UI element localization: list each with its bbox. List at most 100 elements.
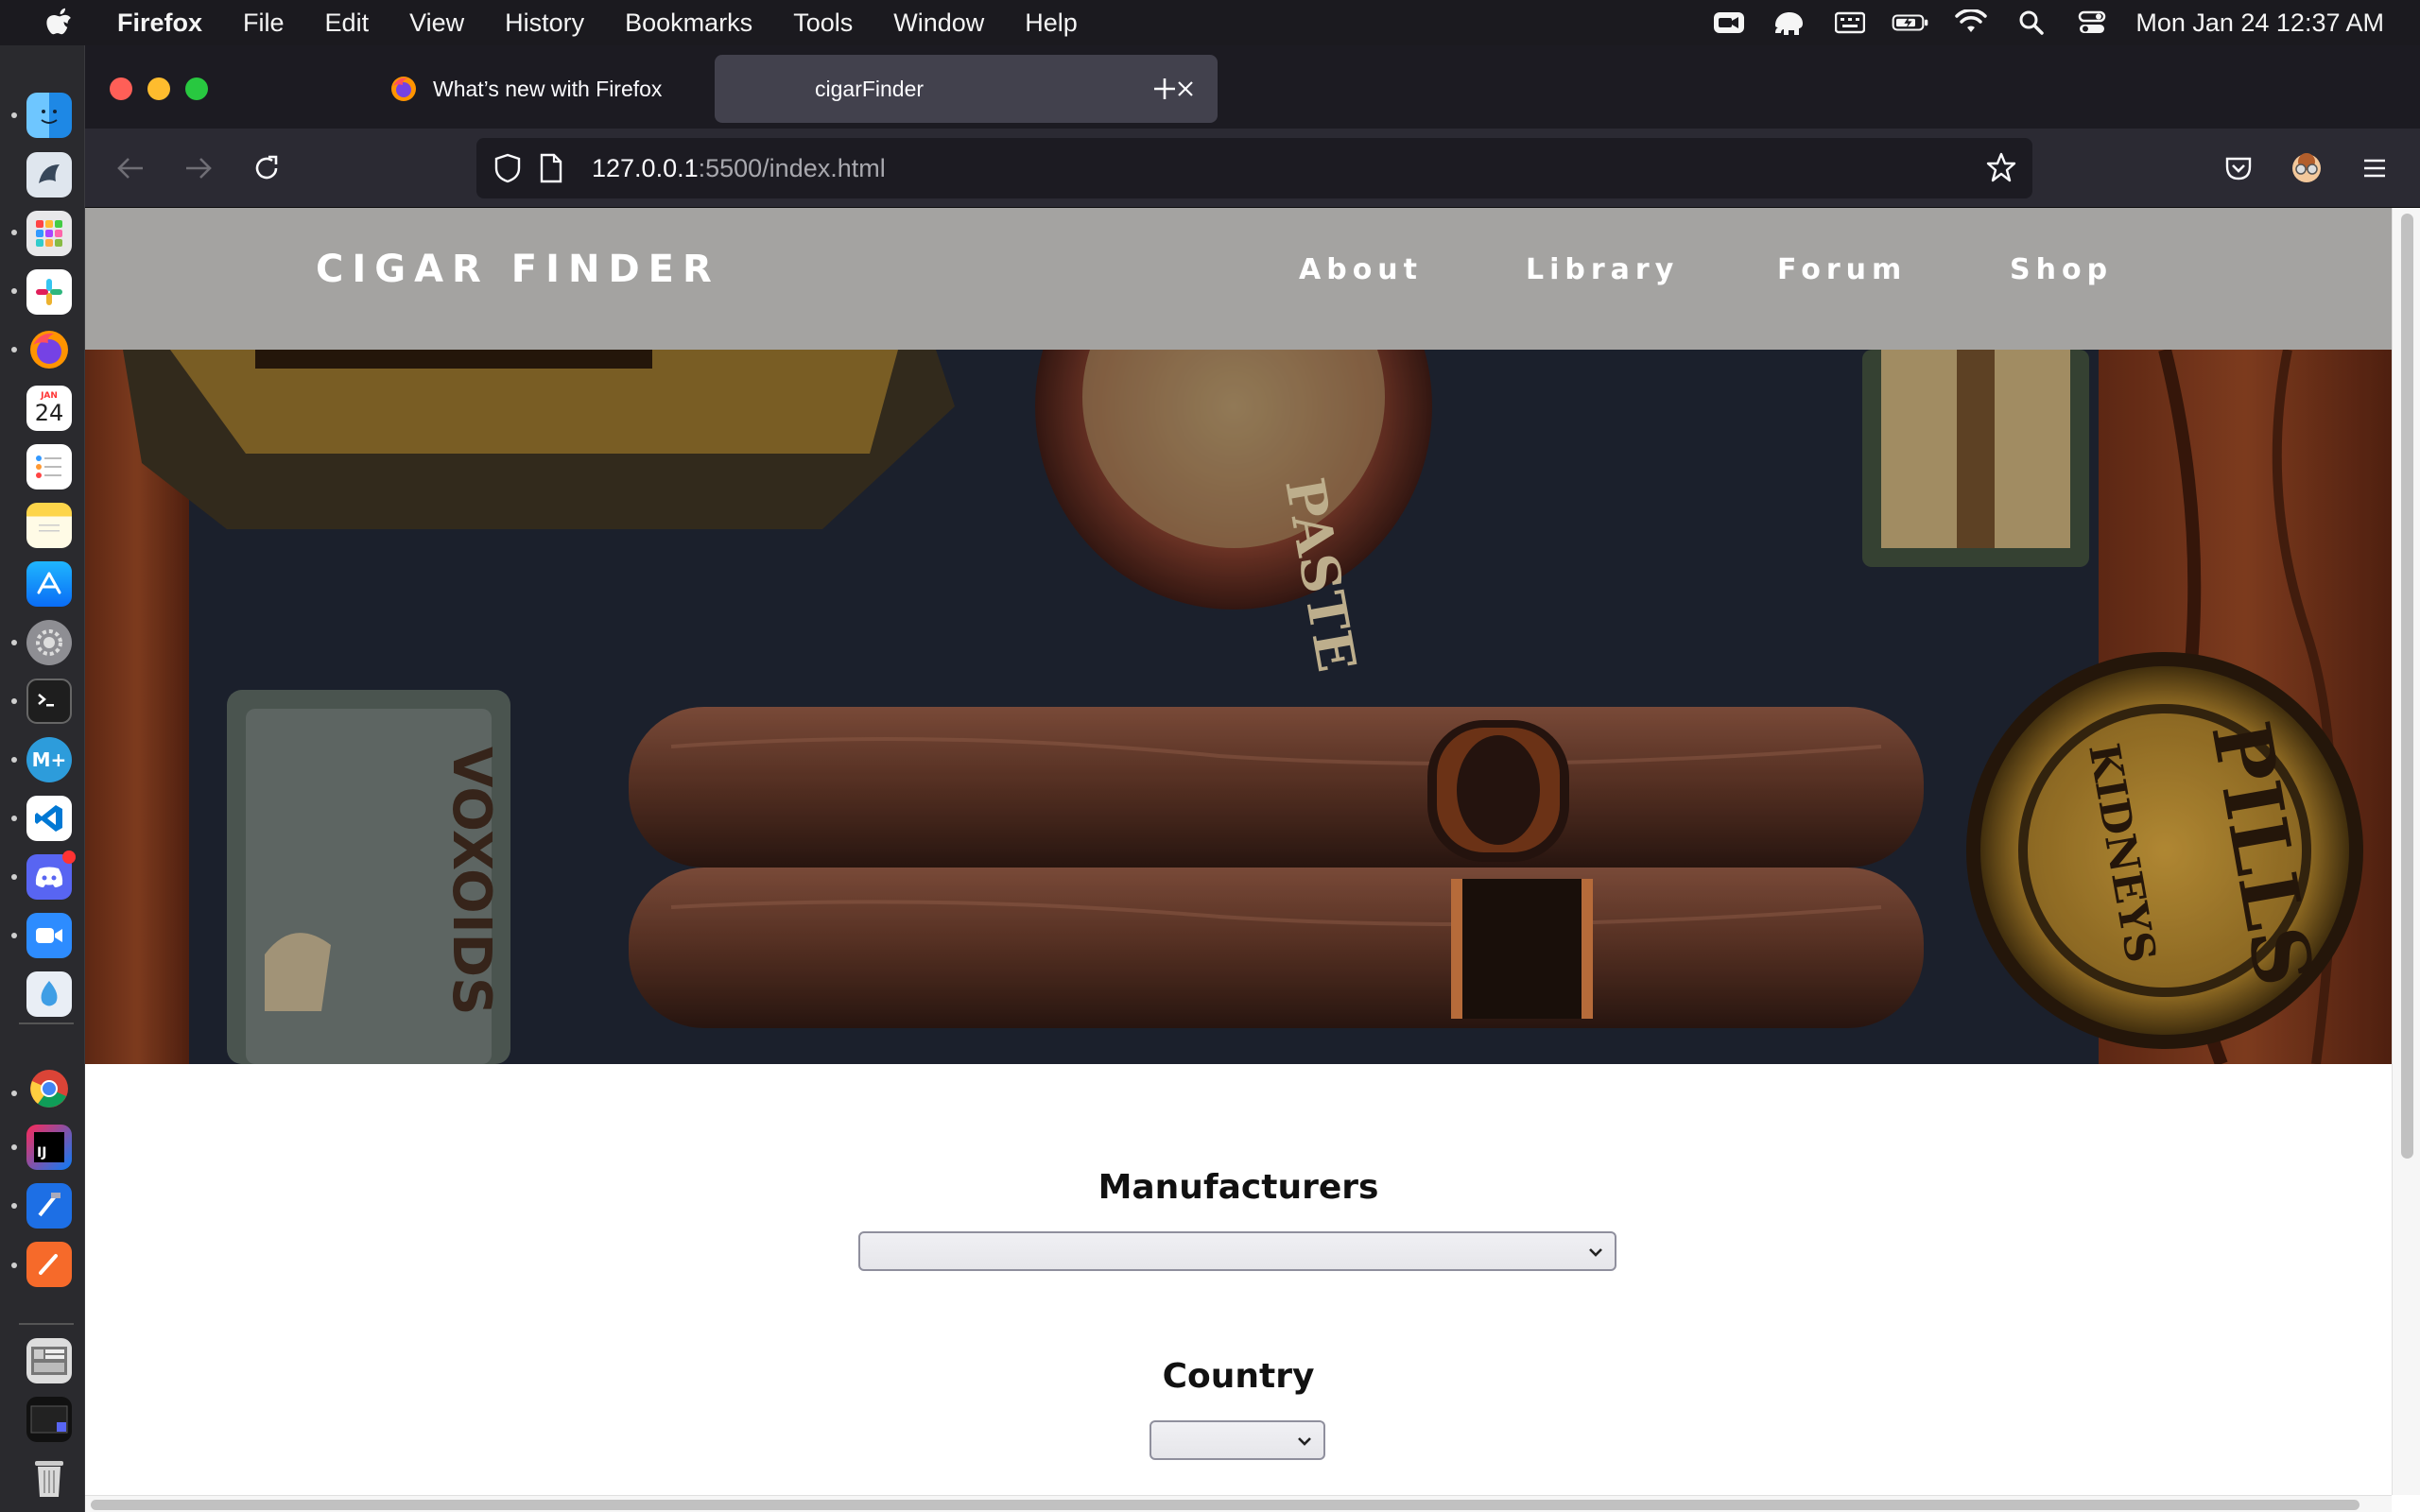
reload-button[interactable] [246, 147, 287, 189]
markdown-app-icon[interactable]: M+ [26, 737, 72, 782]
site-logo[interactable]: CIGAR FINDER [316, 248, 720, 291]
menu-bookmarks[interactable]: Bookmarks [625, 9, 752, 38]
menu-bar-clock[interactable]: Mon Jan 24 12:37 AM [2135, 9, 2384, 38]
screenshot-thumbnail-icon[interactable] [26, 1338, 72, 1383]
account-avatar-icon[interactable] [2286, 147, 2327, 189]
intellij-icon[interactable]: IJ [26, 1125, 72, 1170]
system-preferences-icon[interactable] [26, 620, 72, 665]
nav-link-library[interactable]: Library [1526, 253, 1679, 286]
dock-running-indicator [11, 698, 17, 704]
url-bar[interactable]: 127.0.0.1:5500/index.html [476, 138, 2032, 198]
url-host: 127.0.0.1 [592, 153, 699, 182]
menu-tools[interactable]: Tools [793, 9, 853, 38]
dock-running-indicator [11, 112, 17, 118]
raindrop-icon[interactable] [26, 971, 72, 1017]
url-path: :5500/index.html [698, 153, 886, 182]
calendar-icon[interactable]: JAN 24 [26, 386, 72, 431]
horizontal-scrollbar-thumb[interactable] [91, 1500, 2360, 1510]
dock-running-indicator [11, 816, 17, 821]
forward-button[interactable] [178, 147, 219, 189]
page-info-icon[interactable] [539, 153, 569, 183]
search-icon[interactable] [2013, 4, 2050, 42]
notes-icon[interactable] [26, 503, 72, 548]
dock-running-indicator [11, 288, 17, 294]
bookmark-star-icon[interactable] [1985, 151, 2019, 185]
menu-file[interactable]: File [243, 9, 285, 38]
new-tab-button[interactable] [1146, 70, 1184, 108]
xcode-icon[interactable] [26, 1183, 72, 1228]
menu-history[interactable]: History [505, 9, 584, 38]
menu-view[interactable]: View [409, 9, 464, 38]
tab-title: What’s new with Firefox [433, 76, 663, 101]
tab-title: cigarFinder [815, 76, 925, 101]
dock-running-indicator [11, 1091, 17, 1096]
zoom-window-button[interactable] [185, 77, 208, 100]
close-window-button[interactable] [110, 77, 132, 100]
hamburger-menu-icon[interactable] [2354, 147, 2395, 189]
tab-whats-new-content: What’s new with Firefox [291, 55, 783, 123]
dock-running-indicator [11, 933, 17, 938]
menu-help[interactable]: Help [1025, 9, 1078, 38]
control-center-icon[interactable] [2073, 4, 2111, 42]
dock-running-indicator [11, 347, 17, 352]
keyboard-icon[interactable] [1831, 4, 1869, 42]
reminders-icon[interactable] [26, 444, 72, 490]
app-store-icon[interactable] [26, 561, 72, 607]
navigation-toolbar: 127.0.0.1:5500/index.html [85, 129, 2420, 208]
vertical-scrollbar[interactable] [2392, 208, 2420, 1495]
zoom-icon[interactable] [26, 913, 72, 958]
finder-icon[interactable] [26, 93, 72, 138]
menu-edit[interactable]: Edit [325, 9, 370, 38]
url-text: 127.0.0.1:5500/index.html [592, 154, 886, 183]
menu-window[interactable]: Window [893, 9, 984, 38]
minimize-window-button[interactable] [147, 77, 170, 100]
dock-running-indicator [11, 1203, 17, 1209]
dock-separator [19, 1022, 74, 1024]
terminal-icon[interactable] [26, 679, 72, 724]
discord-icon[interactable] [26, 850, 76, 900]
wifi-icon[interactable] [1952, 4, 1990, 42]
manufacturers-select[interactable] [858, 1231, 1616, 1271]
dock-running-indicator [11, 757, 17, 763]
facetime-icon[interactable] [1710, 4, 1748, 42]
dock-running-indicator [11, 874, 17, 880]
chevron-down-icon [1295, 1432, 1314, 1451]
nav-link-shop[interactable]: Shop [2010, 253, 2113, 286]
shield-icon[interactable] [493, 153, 524, 183]
firefox-favicon-icon [389, 75, 418, 103]
dock-running-indicator [11, 230, 17, 235]
vscode-icon[interactable] [26, 796, 72, 841]
horizontal-scrollbar[interactable] [85, 1495, 2392, 1512]
page-viewport: CIGAR FINDER About Library Forum Shop PA… [85, 208, 2420, 1512]
terminal-window-icon[interactable] [26, 1397, 72, 1442]
launchpad-icon[interactable] [26, 211, 72, 256]
firefox-icon[interactable] [26, 327, 72, 372]
hero-cigar-photo: PASTE VOXOIDS PILLS KIDNEYS [85, 350, 2392, 1064]
tab-strip: What’s new with Firefox cigarFinder [85, 45, 2420, 129]
elephant-icon[interactable] [1771, 4, 1808, 42]
apple-icon[interactable] [40, 4, 78, 42]
maccy-icon[interactable] [26, 152, 72, 198]
hero-image: PASTE VOXOIDS PILLS KIDNEYS [85, 350, 2392, 1064]
back-button[interactable] [110, 147, 151, 189]
notification-badge [62, 850, 76, 864]
brush-app-icon[interactable] [26, 1242, 72, 1287]
tab-cigarfinder[interactable]: cigarFinder [715, 55, 1218, 123]
firefox-window: What’s new with Firefox cigarFinder 127.… [85, 45, 2420, 1512]
site-header: CIGAR FINDER About Library Forum Shop [85, 208, 2392, 350]
slack-icon[interactable] [26, 269, 72, 315]
menu-app-firefox[interactable]: Firefox [117, 9, 202, 38]
nav-link-about[interactable]: About [1299, 253, 1423, 286]
intellij-mark: IJ [34, 1132, 64, 1162]
country-select[interactable] [1150, 1420, 1325, 1460]
pocket-icon[interactable] [2218, 147, 2259, 189]
manufacturers-heading: Manufacturers [1098, 1168, 1379, 1207]
chrome-icon[interactable] [26, 1066, 72, 1111]
filter-section: Manufacturers Country [85, 1064, 2392, 1512]
battery-icon[interactable] [1892, 4, 1929, 42]
nav-link-forum[interactable]: Forum [1777, 253, 1907, 286]
dock: JAN 24 M+ IJ [0, 45, 85, 1512]
dock-running-indicator [11, 640, 17, 645]
trash-icon[interactable] [26, 1455, 72, 1501]
vertical-scrollbar-thumb[interactable] [2401, 214, 2413, 1159]
